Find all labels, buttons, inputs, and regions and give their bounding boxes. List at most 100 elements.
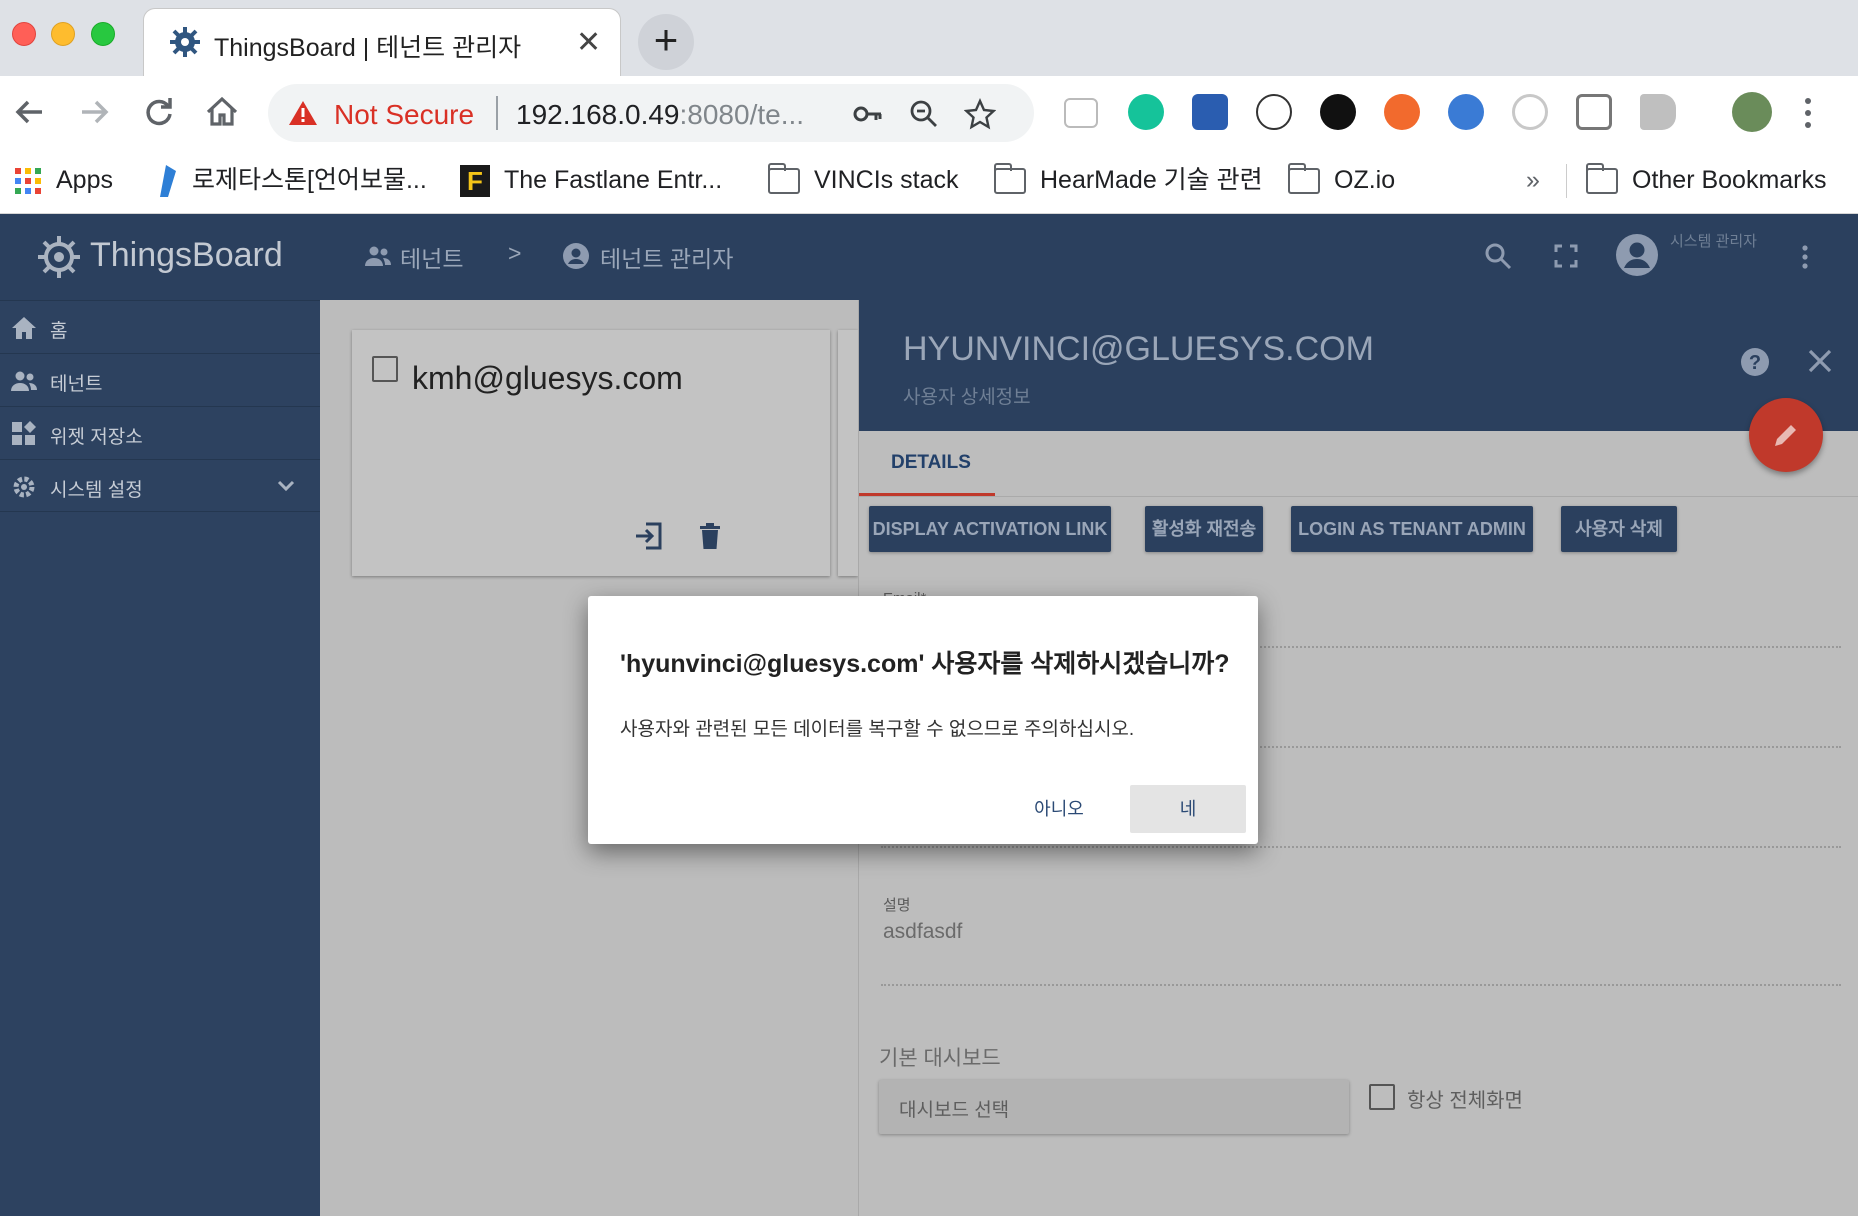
sidebar-item-home[interactable]: 홈 <box>0 300 320 353</box>
app-logo[interactable]: ThingsBoard <box>0 214 320 300</box>
bookmark-label: Other Bookmarks <box>1632 166 1827 194</box>
sidebar-item-label: 위젯 저장소 <box>50 427 143 448</box>
description-field[interactable] <box>881 984 1841 986</box>
forward-arrow-icon[interactable] <box>72 90 116 134</box>
browser-menu-icon[interactable] <box>1800 96 1816 130</box>
people-icon <box>11 371 37 391</box>
next-card-edge <box>838 330 858 576</box>
minimize-window-button[interactable] <box>51 22 75 46</box>
pencil-icon <box>1775 425 1796 446</box>
address-bar[interactable]: Not Secure 192.168.0.49:8080/te... <box>268 84 1034 142</box>
sidebar: ThingsBoard 홈 테넌트 위젯 저장소 시스템 설정 <box>0 214 320 1216</box>
zoom-out-icon[interactable] <box>908 98 940 130</box>
tab-title: ThingsBoard | 테넌트 관리자 <box>214 34 522 62</box>
extension-notion-icon[interactable] <box>1064 98 1098 128</box>
maximize-window-button[interactable] <box>91 22 115 46</box>
sidebar-item-label: 홈 <box>50 321 68 342</box>
more-vert-icon[interactable] <box>1800 244 1810 270</box>
fullscreen-icon[interactable] <box>1550 240 1582 272</box>
dialog-yes-button[interactable]: 네 <box>1130 785 1246 833</box>
dashboard-select[interactable]: 대시보드 선택 <box>879 1080 1349 1134</box>
sidebar-item-settings[interactable]: 시스템 설정 <box>0 459 320 512</box>
bookmark-oz[interactable]: OZ.io <box>1288 160 1395 200</box>
default-dashboard-label: 기본 대시보드 <box>879 1047 1001 1070</box>
extension-lifering-icon[interactable] <box>1384 94 1420 130</box>
apps-grid-icon <box>15 168 41 195</box>
resend-activation-button[interactable]: 활성화 재전송 <box>1145 506 1263 552</box>
extension-json-icon[interactable] <box>1256 94 1292 130</box>
help-icon[interactable]: ? <box>1739 346 1771 378</box>
browser-toolbar: Not Secure 192.168.0.49:8080/te... <box>0 76 1858 148</box>
not-secure-label[interactable]: Not Secure <box>334 99 474 131</box>
tab-details[interactable]: DETAILS <box>891 452 971 474</box>
always-fullscreen-label: 항상 전체화면 <box>1407 1090 1523 1112</box>
sidebar-item-label: 테넌트 <box>50 374 103 395</box>
bookmarks-bar: Apps 로제타스톤[언어보물... F The Fastlane Entr...… <box>0 148 1858 214</box>
extension-grammarly-icon[interactable] <box>1128 94 1164 130</box>
display-activation-link-button[interactable]: DISPLAY ACTIVATION LINK <box>869 506 1111 552</box>
logo-text: ThingsBoard <box>90 236 283 274</box>
url-text[interactable]: 192.168.0.49:8080/te... <box>516 99 804 131</box>
extension-tags-icon[interactable] <box>1640 94 1676 130</box>
extension-bookmark-icon[interactable] <box>1192 94 1228 130</box>
always-fullscreen-checkbox[interactable] <box>1369 1084 1395 1110</box>
close-window-button[interactable] <box>12 22 36 46</box>
gear-icon <box>13 476 35 498</box>
bookmark-label: Apps <box>56 166 113 194</box>
new-tab-button[interactable]: + <box>638 14 694 70</box>
other-bookmarks[interactable]: Other Bookmarks <box>1586 160 1827 200</box>
dialog-title: 'hyunvinci@gluesys.com' 사용자를 삭제하시겠습니까? <box>620 650 1230 678</box>
top-bar: 테넌트 > 테넌트 관리자 시스템 관리자 <box>320 214 1858 300</box>
breadcrumb-separator: > <box>508 240 522 266</box>
bookmark-label: VINCIs stack <box>814 166 959 194</box>
fastlane-icon: F <box>460 165 490 198</box>
edit-button[interactable] <box>1749 398 1823 472</box>
user-card[interactable]: kmh@gluesys.com <box>352 330 830 576</box>
description-value[interactable]: asdfasdf <box>883 920 962 944</box>
delete-user-button[interactable]: 사용자 삭제 <box>1561 506 1677 552</box>
folder-icon <box>1288 163 1320 195</box>
extension-clock-icon[interactable] <box>1320 94 1356 130</box>
reload-icon[interactable] <box>136 90 180 134</box>
bookmark-apps[interactable]: Apps <box>14 160 113 200</box>
login-icon[interactable] <box>634 520 666 552</box>
login-as-tenant-admin-button[interactable]: LOGIN AS TENANT ADMIN <box>1291 506 1533 552</box>
extension-trello-icon[interactable] <box>1576 94 1612 130</box>
extension-g-icon[interactable] <box>1512 94 1548 130</box>
star-icon[interactable] <box>964 98 996 130</box>
svg-text:?: ? <box>1749 352 1761 374</box>
bookmark-fastlane[interactable]: F The Fastlane Entr... <box>460 160 722 200</box>
browser-tab-active[interactable]: ThingsBoard | 테넌트 관리자 ✕ <box>143 8 621 76</box>
delete-icon[interactable] <box>694 520 726 552</box>
extension-globe-icon[interactable] <box>1448 94 1484 130</box>
home-icon[interactable] <box>200 90 244 134</box>
dialog-message: 사용자와 관련된 모든 데이터를 복구할 수 없으므로 주의하십시오. <box>620 719 1135 740</box>
bookmark-label: HearMade 기술 관련 <box>1040 166 1263 194</box>
back-arrow-icon[interactable] <box>8 90 52 134</box>
details-title: HYUNVINCI@GLUESYS.COM <box>903 330 1374 368</box>
dashboard-select-placeholder: 대시보드 선택 <box>899 1100 1010 1121</box>
dialog-no-button[interactable]: 아니오 <box>1020 785 1098 833</box>
select-checkbox[interactable] <box>372 356 398 382</box>
tab-close-icon[interactable]: ✕ <box>576 25 601 60</box>
breadcrumb-tenants[interactable]: 테넌트 <box>400 240 463 274</box>
address-separator <box>496 96 498 130</box>
tabs-divider <box>859 496 1858 497</box>
browser-tab-strip: ThingsBoard | 테넌트 관리자 ✕ + <box>0 0 1858 76</box>
user-avatar[interactable] <box>1614 232 1660 278</box>
last-name-field[interactable] <box>881 846 1841 848</box>
sidebar-item-tenants[interactable]: 테넌트 <box>0 353 320 406</box>
sidebar-item-widgets[interactable]: 위젯 저장소 <box>0 406 320 459</box>
more-bookmarks-button[interactable]: » <box>1526 160 1540 200</box>
bookmark-label: OZ.io <box>1334 166 1396 194</box>
key-icon[interactable] <box>852 98 884 130</box>
search-icon[interactable] <box>1482 240 1514 272</box>
bookmark-vincis-stack[interactable]: VINCIs stack <box>768 160 958 200</box>
home-icon <box>12 317 36 339</box>
bookmark-rosetta[interactable]: 로제타스톤[언어보물... <box>156 160 427 200</box>
folder-icon <box>994 163 1026 195</box>
bookmark-hearmade[interactable]: HearMade 기술 관련 <box>994 160 1263 200</box>
close-icon[interactable] <box>1805 346 1835 376</box>
warning-icon <box>289 101 317 125</box>
profile-avatar[interactable] <box>1732 92 1772 132</box>
